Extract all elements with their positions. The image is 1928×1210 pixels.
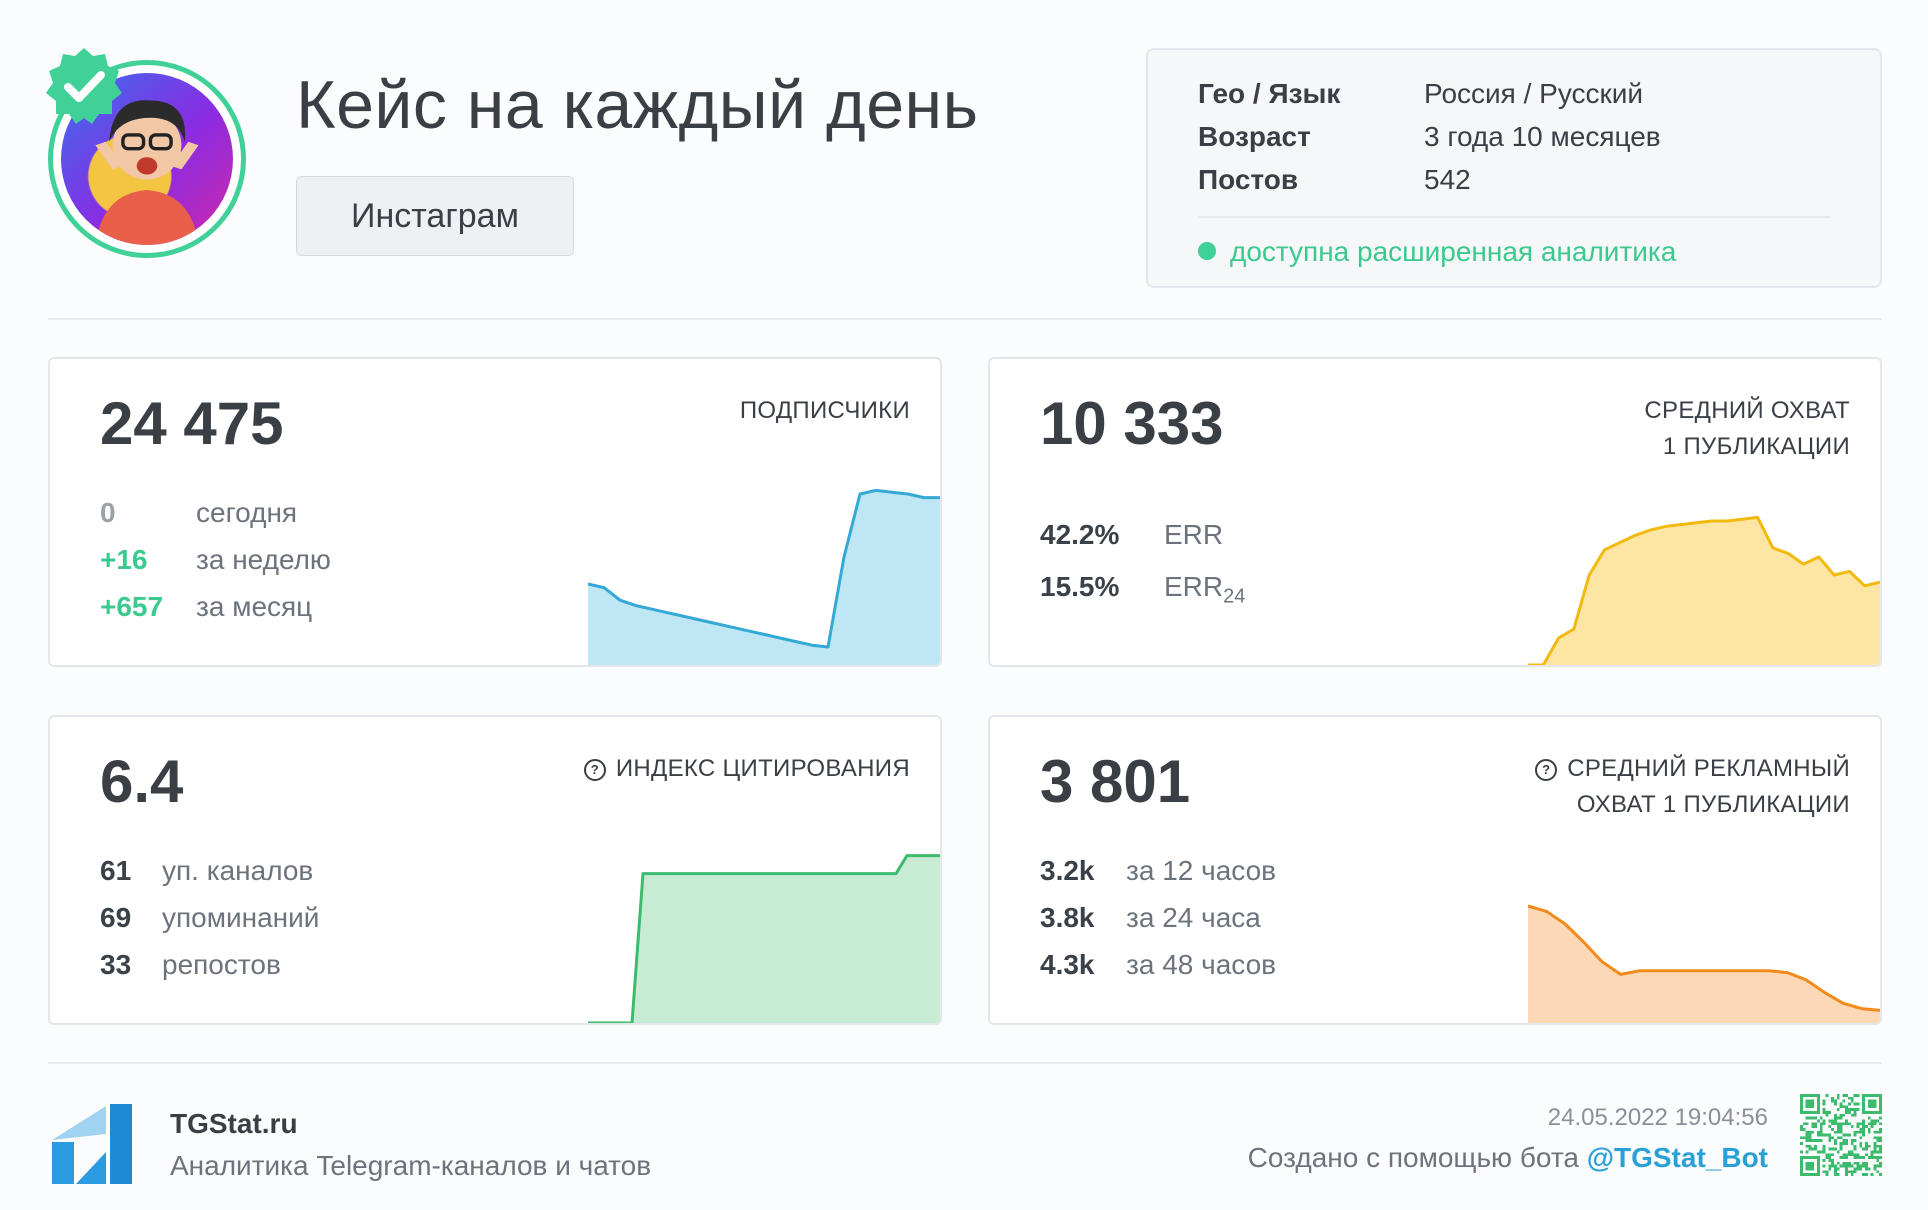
tgstat-logo-icon (52, 1104, 132, 1184)
stat-text: за месяц (196, 591, 313, 622)
help-icon[interactable]: ? (583, 759, 606, 781)
ad-reach-card: 3 801 ? СРЕДНИЙ РЕКЛАМНЫЙ ОХВАТ 1 ПУБЛИКА… (988, 715, 1882, 1025)
info-key: Гео / Язык (1198, 78, 1341, 109)
bot-link[interactable]: @TGStat_Bot (1587, 1142, 1768, 1173)
channel-title: Кейс на каждый день (296, 67, 979, 143)
ad-reach-sparkline (1528, 904, 1880, 1023)
stat-text: уп. каналов (162, 855, 314, 886)
sparkline-area (1528, 517, 1880, 665)
created-by: Создано с помощью бота @TGStat_Bot (1248, 1142, 1768, 1174)
stat-number: 33 (100, 949, 132, 980)
stat-number: 15.5% (1040, 571, 1120, 602)
stat-row: +657 за месяц (100, 591, 312, 623)
stat-row: 0 сегодня (100, 497, 297, 529)
info-value: Россия / Русский (1424, 78, 1644, 109)
stat-text: за 24 часа (1126, 902, 1261, 933)
stat-subscript: 24 (1223, 585, 1246, 608)
stat-row: 42.2% ERR (1040, 519, 1223, 551)
brand-name[interactable]: TGStat.ru (170, 1108, 298, 1140)
reach-label: СРЕДНИЙ ОХВАТ 1 ПУБЛИКАЦИИ (1644, 393, 1850, 465)
created-prefix: Создано с помощью бота (1247, 1142, 1587, 1173)
help-icon[interactable]: ? (1535, 759, 1558, 781)
subscribers-value: 24 475 (100, 390, 284, 457)
stat-text: ERR (1164, 519, 1224, 550)
stat-text: за неделю (196, 544, 331, 575)
subscribers-sparkline (588, 488, 940, 665)
stat-number: 69 (100, 902, 132, 933)
info-value: 542 (1424, 164, 1471, 195)
stat-text: за 48 часов (1126, 949, 1277, 980)
reach-label-line1: СРЕДНИЙ ОХВАТ (1644, 397, 1850, 424)
info-value: 3 года 10 месяцев (1424, 121, 1661, 152)
info-row-geo: Гео / Язык Россия / Русский (1198, 78, 1643, 110)
brand-tagline: Аналитика Telegram-каналов и чатов (170, 1150, 652, 1181)
info-key: Возраст (1198, 121, 1311, 152)
citation-value: 6.4 (100, 748, 184, 815)
ad-reach-label-line1: ? СРЕДНИЙ РЕКЛАМНЫЙ (1535, 751, 1850, 787)
info-row-posts: Постов 542 (1198, 164, 1471, 196)
stat-row: 3.8k за 24 часа (1040, 902, 1261, 934)
sparkline-area (588, 490, 940, 665)
channel-info-box: Гео / Язык Россия / Русский Возраст 3 года… (1146, 48, 1882, 288)
reach-label-line2: 1 ПУБЛИКАЦИИ (1662, 433, 1850, 460)
footer-divider (48, 1062, 1882, 1064)
divider (1198, 216, 1830, 218)
analytics-note: доступна расширенная аналитика (1230, 236, 1677, 267)
stat-row: 3.2k за 12 часов (1040, 855, 1276, 887)
info-key: Постов (1198, 164, 1299, 195)
sparkline-area (588, 855, 940, 1023)
stat-text: репостов (162, 949, 281, 980)
stat-number: 3.8k (1040, 902, 1095, 933)
report-timestamp: 24.05.2022 19:04:56 (1547, 1104, 1768, 1131)
stat-row: 33 репостов (100, 949, 281, 981)
stat-number: 61 (100, 855, 132, 886)
status-dot-icon (1198, 242, 1216, 260)
stat-row: 69 упоминаний (100, 902, 319, 934)
citation-sparkline (588, 854, 940, 1023)
stat-number: 3.2k (1040, 855, 1095, 886)
header-divider (48, 318, 1882, 320)
stat-row: +16 за неделю (100, 544, 331, 576)
reach-card: 10 333 СРЕДНИЙ ОХВАТ 1 ПУБЛИКАЦИИ 42.2% E… (988, 357, 1882, 667)
ad-reach-label-line2: ОХВАТ 1 ПУБЛИКАЦИИ (1576, 791, 1850, 818)
stat-number: 0 (100, 497, 116, 528)
analytics-status: доступна расширенная аналитика (1198, 236, 1676, 268)
verified-badge-icon (46, 48, 122, 124)
ad-reach-label: ? СРЕДНИЙ РЕКЛАМНЫЙ ОХВАТ 1 ПУБЛИКАЦИИ (1535, 751, 1850, 823)
stat-number: +16 (100, 544, 148, 575)
citation-label: ? ИНДЕКС ЦИТИРОВАНИЯ (583, 751, 910, 787)
reach-sparkline (1528, 515, 1880, 665)
citation-label-text: ИНДЕКС ЦИТИРОВАНИЯ (615, 755, 910, 782)
citation-card: 6.4 ? ИНДЕКС ЦИТИРОВАНИЯ 61 уп. каналов 69… (48, 715, 942, 1025)
stat-row: 61 уп. каналов (100, 855, 313, 887)
stat-number: +657 (100, 591, 164, 622)
stat-row: 4.3k за 48 часов (1040, 949, 1276, 981)
stat-text: сегодня (196, 497, 298, 528)
stat-row: 15.5% ERR24 (1040, 571, 1245, 609)
subscribers-card: 24 475 ПОДПИСЧИКИ 0 сегодня +16 за неделю … (48, 357, 942, 667)
ad-reach-label-text: СРЕДНИЙ РЕКЛАМНЫЙ (1567, 755, 1850, 782)
stat-number: 4.3k (1040, 949, 1095, 980)
qr-code-icon (1800, 1094, 1882, 1176)
stat-text: упоминаний (162, 902, 320, 933)
stat-text: за 12 часов (1126, 855, 1277, 886)
subscribers-label: ПОДПИСЧИКИ (739, 397, 910, 424)
stat-text: ERR (1164, 571, 1224, 602)
platform-button[interactable]: Инстаграм (296, 176, 574, 256)
reach-value: 10 333 (1040, 390, 1224, 457)
stat-number: 42.2% (1040, 519, 1120, 550)
info-row-age: Возраст 3 года 10 месяцев (1198, 121, 1661, 153)
sparkline-area (1528, 906, 1880, 1023)
ad-reach-value: 3 801 (1040, 748, 1191, 815)
